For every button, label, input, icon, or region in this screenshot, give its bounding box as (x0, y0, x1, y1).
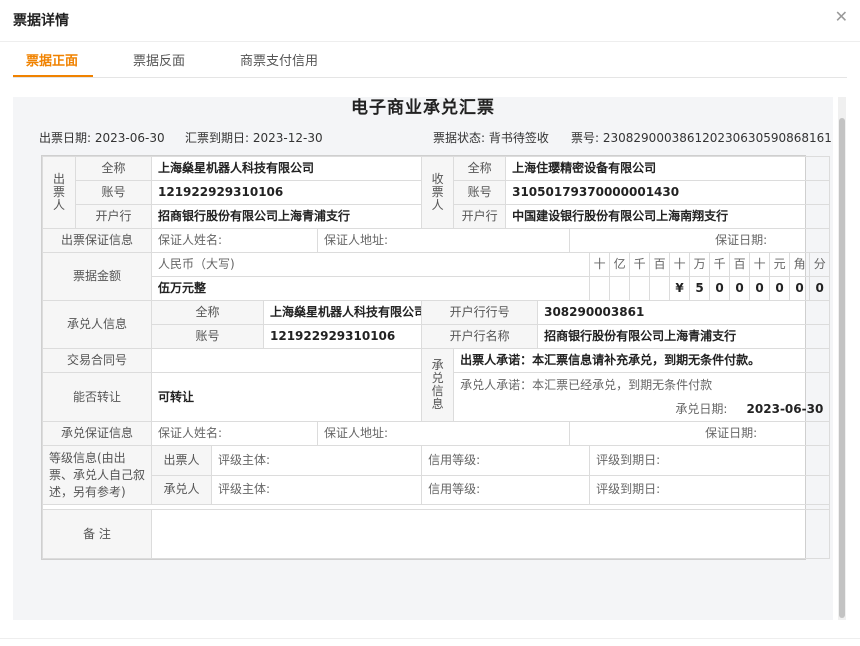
tab-credit[interactable]: 商票支付信用 (240, 50, 318, 69)
close-icon[interactable]: ✕ (835, 9, 848, 25)
acceptor-bankno-label: 开户行行号 (421, 300, 539, 325)
acceptor-account-label: 账号 (151, 324, 264, 349)
amount-unit: 元 (769, 252, 791, 277)
contract-no (150, 348, 423, 373)
accept-info-label: 承兑信息 (421, 348, 455, 422)
amount-digit: 0 (789, 276, 811, 301)
amount-digit (609, 276, 631, 301)
bill-panel: 电子商业承兑汇票 出票日期: 2023-06-30 汇票到期日: 2023-12… (13, 97, 833, 620)
footer-divider (0, 638, 860, 639)
credit-level-label: 信用等级: (421, 445, 591, 476)
acc-guarantor-name-label: 保证人姓名: (151, 421, 318, 446)
amount-unit: 百 (649, 252, 671, 277)
amount-label: 票据金额 (42, 252, 152, 301)
amount-digit: 5 (689, 276, 711, 301)
drawer-guarantee-label: 出票保证信息 (42, 228, 152, 253)
amount-unit: 十 (589, 252, 611, 277)
amount-unit: 万 (689, 252, 711, 277)
amount-unit: 百 (729, 252, 751, 277)
acceptor-account: 121922929310106 (262, 324, 423, 349)
scrollbar-thumb[interactable] (839, 118, 845, 618)
amount-unit: 千 (709, 252, 731, 277)
drawer-bank: 招商银行股份有限公司上海青浦支行 (150, 204, 423, 229)
rating-info-label: 等级信息(由出票、承兑人自己叙述，另有参考) (42, 445, 152, 505)
acceptor-info-label: 承兑人信息 (42, 300, 152, 349)
payee-account: 31050179370000001430 (505, 180, 831, 205)
due-date: 汇票到期日: 2023-12-30 (185, 131, 323, 145)
rating-subject-label: 评级主体: (210, 474, 423, 505)
acceptor-bankno: 308290003861 (537, 300, 831, 325)
amount-in-words: 伍万元整 (150, 276, 591, 301)
amount-unit: 亿 (609, 252, 631, 277)
issue-date: 出票日期: 2023-06-30 (39, 131, 165, 145)
tab-back[interactable]: 票据反面 (133, 50, 185, 69)
payee-group-label: 收票人 (421, 156, 455, 229)
payee-bank: 中国建设银行股份有限公司上海南翔支行 (505, 204, 831, 229)
amount-digit (629, 276, 651, 301)
amount-digit (649, 276, 671, 301)
acceptance-guarantee-label: 承兑保证信息 (42, 421, 152, 446)
drawer-group-label: 出票人 (42, 156, 76, 229)
amount-unit: 角 (789, 252, 811, 277)
tab-bar: 票据正面 票据反面 商票支付信用 (13, 50, 847, 78)
acceptor-bankname: 招商银行股份有限公司上海青浦支行 (537, 324, 831, 349)
bill-table: 出票人 全称 上海燊星机器人科技有限公司 收票人 全称 上海住璎精密设备有限公司… (41, 155, 831, 560)
credit-level-label: 信用等级: (421, 474, 591, 505)
payee-name: 上海住璎精密设备有限公司 (505, 156, 831, 181)
acceptor-name: 上海燊星机器人科技有限公司 (262, 300, 423, 325)
guarantor-address-label: 保证人地址: (316, 228, 571, 253)
remark-value (150, 509, 831, 559)
payee-account-label: 账号 (453, 180, 507, 205)
amount-digit: 0 (709, 276, 731, 301)
drawer-account-label: 账号 (75, 180, 152, 205)
bill-number: 票号: 230829000386120230630590868161 (571, 131, 832, 145)
dialog-title: 票据详情 (13, 13, 69, 29)
amount-rmb-label: 人民币（大写) (150, 252, 591, 277)
amount-digit (589, 276, 611, 301)
acceptor-promise: 承兑人承诺：本汇票已经承兑，到期无条件付款 (453, 372, 831, 397)
contract-no-label: 交易合同号 (42, 348, 152, 373)
transferable-label: 能否转让 (42, 372, 152, 422)
acc-guarantee-date-label: 保证日期: (569, 421, 831, 446)
drawer-name-label: 全称 (75, 156, 152, 181)
active-tab-indicator (13, 75, 93, 77)
drawer-bank-label: 开户行 (75, 204, 152, 229)
amount-digit: 0 (749, 276, 771, 301)
acceptor-bankname-label: 开户行名称 (421, 324, 539, 349)
drawer-account: 121922929310106 (150, 180, 423, 205)
amount-unit: 千 (629, 252, 651, 277)
header-divider (0, 41, 860, 42)
acc-guarantor-address-label: 保证人地址: (316, 421, 571, 446)
drawer-promise: 出票人承诺：本汇票信息请补充承兑，到期无条件付款。 (453, 348, 831, 373)
rating-due-label: 评级到期日: (589, 474, 831, 505)
acceptor-name-label: 全称 (151, 300, 264, 325)
tab-front[interactable]: 票据正面 (26, 50, 78, 69)
drawer-name: 上海燊星机器人科技有限公司 (150, 156, 423, 181)
amount-unit: 十 (749, 252, 771, 277)
rating-role: 承兑人 (151, 474, 212, 505)
accept-date: 承兑日期: 2023-06-30 (453, 397, 831, 422)
remark-label: 备 注 (42, 509, 152, 559)
amount-digit: 0 (729, 276, 751, 301)
amount-unit: 分 (809, 252, 831, 277)
guarantor-name-label: 保证人姓名: (151, 228, 318, 253)
guarantee-date-label: 保证日期: (569, 228, 831, 253)
bill-status: 票据状态: 背书待签收 (433, 131, 549, 145)
amount-digit: 0 (809, 276, 831, 301)
amount-unit: 十 (669, 252, 691, 277)
amount-digit: 0 (769, 276, 791, 301)
payee-name-label: 全称 (453, 156, 507, 181)
rating-due-label: 评级到期日: (589, 445, 831, 476)
rating-subject-label: 评级主体: (210, 445, 423, 476)
payee-bank-label: 开户行 (453, 204, 507, 229)
amount-digit: ¥ (669, 276, 691, 301)
rating-role: 出票人 (151, 445, 212, 476)
bill-title: 电子商业承兑汇票 (351, 98, 495, 118)
transferable-value: 可转让 (150, 372, 423, 422)
